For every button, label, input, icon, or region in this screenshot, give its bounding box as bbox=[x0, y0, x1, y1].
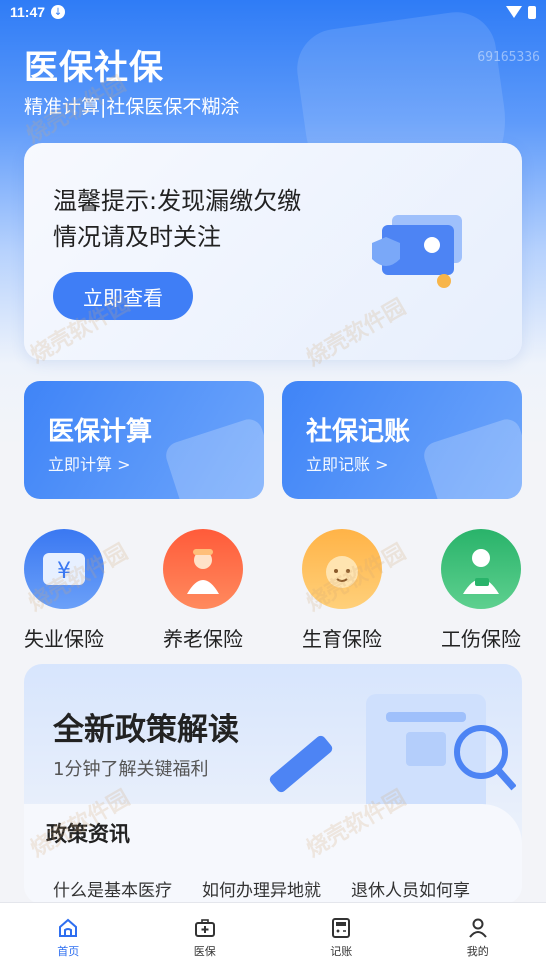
nav-item-home[interactable]: 首页 bbox=[0, 903, 137, 971]
calculator-icon bbox=[332, 918, 351, 938]
insurance-label: 养老保险 bbox=[163, 627, 243, 651]
nav-item-medical[interactable]: 医保 bbox=[137, 903, 274, 971]
news-item[interactable]: 退休人员如何享 bbox=[351, 876, 470, 901]
medical-calc-title: 医保计算 bbox=[48, 417, 153, 447]
notification-icon: ↓ bbox=[51, 5, 66, 19]
insurance-maternity[interactable]: 生育保险 bbox=[292, 529, 392, 652]
home-icon bbox=[59, 918, 78, 937]
status-time: 11:47 bbox=[10, 4, 46, 20]
insurance-label: 生育保险 bbox=[302, 627, 382, 651]
policy-subtitle: 1分钟了解关键福利 bbox=[53, 759, 209, 780]
baby-icon bbox=[302, 529, 382, 609]
nav-label: 我的 bbox=[466, 945, 489, 958]
policy-title: 全新政策解读 bbox=[53, 712, 239, 748]
nav-label: 记账 bbox=[330, 945, 353, 958]
insurance-work-injury[interactable]: 工伤保险 bbox=[431, 529, 531, 652]
notice-card: 温馨提示:发现漏缴欠缴情况请及时关注 立即查看 bbox=[24, 143, 522, 360]
nav-label: 首页 bbox=[57, 945, 80, 958]
status-bar: 11:47 ↓ bbox=[0, 0, 546, 24]
yen-deco-icon bbox=[420, 415, 522, 499]
elderly-person-icon bbox=[163, 529, 243, 609]
app-title: 医保社保 bbox=[24, 48, 164, 88]
gavel-document-illustration-icon bbox=[269, 694, 516, 814]
calculator-deco-icon bbox=[162, 415, 264, 499]
injured-worker-icon bbox=[441, 529, 521, 609]
battery-icon bbox=[528, 5, 536, 19]
news-item[interactable]: 如何办理异地就 bbox=[202, 876, 321, 901]
nav-item-profile[interactable]: 我的 bbox=[410, 903, 546, 971]
policy-card[interactable]: 全新政策解读 1分钟了解关键福利 政策资讯 什么是基本医疗 如何办理异地就 退休… bbox=[24, 664, 522, 904]
nav-item-ledger[interactable]: 记账 bbox=[273, 903, 410, 971]
yen-card-icon: ¥ bbox=[24, 529, 104, 609]
svg-text:¥: ¥ bbox=[57, 559, 71, 584]
social-ledger-title: 社保记账 bbox=[306, 417, 411, 447]
medical-kit-icon bbox=[194, 919, 215, 937]
insurance-label: 失业保险 bbox=[24, 627, 104, 651]
social-ledger-link[interactable]: 立即记账 > bbox=[306, 451, 389, 475]
insurance-unemployment[interactable]: ¥ 失业保险 bbox=[14, 529, 114, 652]
profile-icon bbox=[468, 918, 487, 938]
news-panel: 政策资讯 什么是基本医疗 如何办理异地就 退休人员如何享 bbox=[24, 804, 522, 904]
wifi-icon bbox=[506, 6, 522, 18]
social-ledger-card[interactable]: 社保记账 立即记账 > bbox=[282, 381, 522, 499]
card-shield-illustration-icon bbox=[372, 215, 462, 288]
user-id: 69165336 bbox=[477, 50, 540, 65]
nav-label: 医保 bbox=[193, 945, 216, 958]
medical-calc-link[interactable]: 立即计算 > bbox=[48, 451, 131, 475]
app-subtitle: 精准计算|社保医保不糊涂 bbox=[24, 96, 240, 118]
medical-calc-card[interactable]: 医保计算 立即计算 > bbox=[24, 381, 264, 499]
news-item[interactable]: 什么是基本医疗 bbox=[53, 876, 172, 901]
news-list: 什么是基本医疗 如何办理异地就 退休人员如何享 bbox=[53, 876, 470, 901]
insurance-label: 工伤保险 bbox=[441, 627, 521, 651]
insurance-pension[interactable]: 养老保险 bbox=[153, 529, 253, 652]
notice-text: 温馨提示:发现漏缴欠缴情况请及时关注 bbox=[53, 187, 302, 251]
view-now-button[interactable]: 立即查看 bbox=[53, 272, 193, 320]
bottom-nav: 首页 医保 记账 我的 bbox=[0, 902, 546, 971]
tab-policy-news[interactable]: 政策资讯 bbox=[46, 818, 130, 848]
